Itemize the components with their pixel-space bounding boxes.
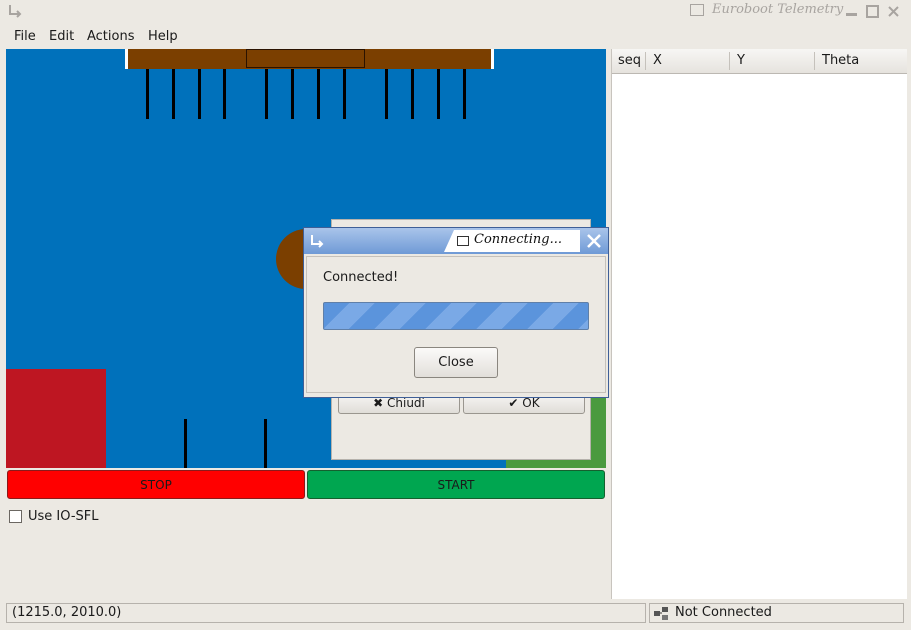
dialog-app-icon[interactable] — [310, 234, 324, 248]
dialog-window-icon — [457, 236, 469, 246]
network-icon — [654, 607, 668, 620]
field-post — [198, 69, 201, 119]
dialog-titlebar[interactable]: Connecting... — [304, 228, 608, 254]
minimize-icon[interactable] — [845, 5, 858, 18]
field-post — [146, 69, 149, 119]
window-title-text: Euroboot Telemetry — [712, 2, 844, 17]
telemetry-table[interactable]: seq X Y Theta — [611, 49, 907, 599]
connecting-dialog: Connecting... Connected! Close — [303, 227, 609, 398]
field-post — [463, 69, 466, 119]
field-post — [223, 69, 226, 119]
connection-status: Not Connected — [649, 603, 904, 623]
column-separator[interactable] — [645, 52, 646, 70]
menu-help[interactable]: Help — [148, 29, 178, 44]
start-button[interactable]: START — [307, 470, 605, 499]
io-sfl-label: Use IO-SFL — [28, 509, 99, 524]
column-header-y[interactable]: Y — [737, 53, 745, 68]
column-header-theta[interactable]: Theta — [822, 53, 859, 68]
background-ok-label: OK — [522, 396, 540, 410]
field-post — [317, 69, 320, 119]
app-menu-icon[interactable] — [8, 4, 22, 18]
coordinate-readout: (1215.0, 2010.0) — [6, 603, 646, 623]
stop-button[interactable]: STOP — [7, 470, 305, 499]
maximize-icon[interactable] — [866, 5, 879, 18]
field-post — [264, 419, 267, 468]
field-post — [411, 69, 414, 119]
dialog-title: Connecting... — [474, 232, 562, 247]
field-post — [291, 69, 294, 119]
column-separator[interactable] — [814, 52, 815, 70]
background-cancel-label: Chiudi — [387, 396, 425, 410]
red-start-zone — [6, 369, 106, 468]
window-icon — [690, 3, 704, 16]
field-post — [184, 419, 187, 468]
field-post — [265, 69, 268, 119]
dialog-close-button[interactable]: Close — [414, 347, 498, 378]
dialog-close-icon[interactable] — [584, 231, 604, 251]
close-window-icon[interactable] — [887, 5, 900, 18]
window-titlebar: Euroboot Telemetry — [0, 0, 911, 25]
menu-bar: File Edit Actions Help — [0, 26, 911, 48]
menu-file[interactable]: File — [14, 29, 36, 44]
table-header: seq X Y Theta — [612, 49, 907, 74]
menu-edit[interactable]: Edit — [49, 29, 74, 44]
field-post — [437, 69, 440, 119]
column-separator[interactable] — [729, 52, 730, 70]
window-title: Euroboot Telemetry — [690, 2, 843, 17]
field-post — [172, 69, 175, 119]
dialog-message: Connected! — [323, 270, 399, 285]
top-wall-slot — [246, 49, 365, 68]
column-header-seq[interactable]: seq — [618, 53, 641, 68]
field-post — [385, 69, 388, 119]
io-sfl-option[interactable]: Use IO-SFL — [9, 509, 99, 524]
io-sfl-checkbox[interactable] — [9, 510, 22, 523]
field-post — [343, 69, 346, 119]
connection-status-text: Not Connected — [675, 605, 772, 620]
column-header-x[interactable]: X — [653, 53, 662, 68]
menu-actions[interactable]: Actions — [87, 29, 135, 44]
connection-progress-bar — [323, 302, 589, 330]
status-bar: (1215.0, 2010.0) Not Connected — [0, 600, 911, 630]
